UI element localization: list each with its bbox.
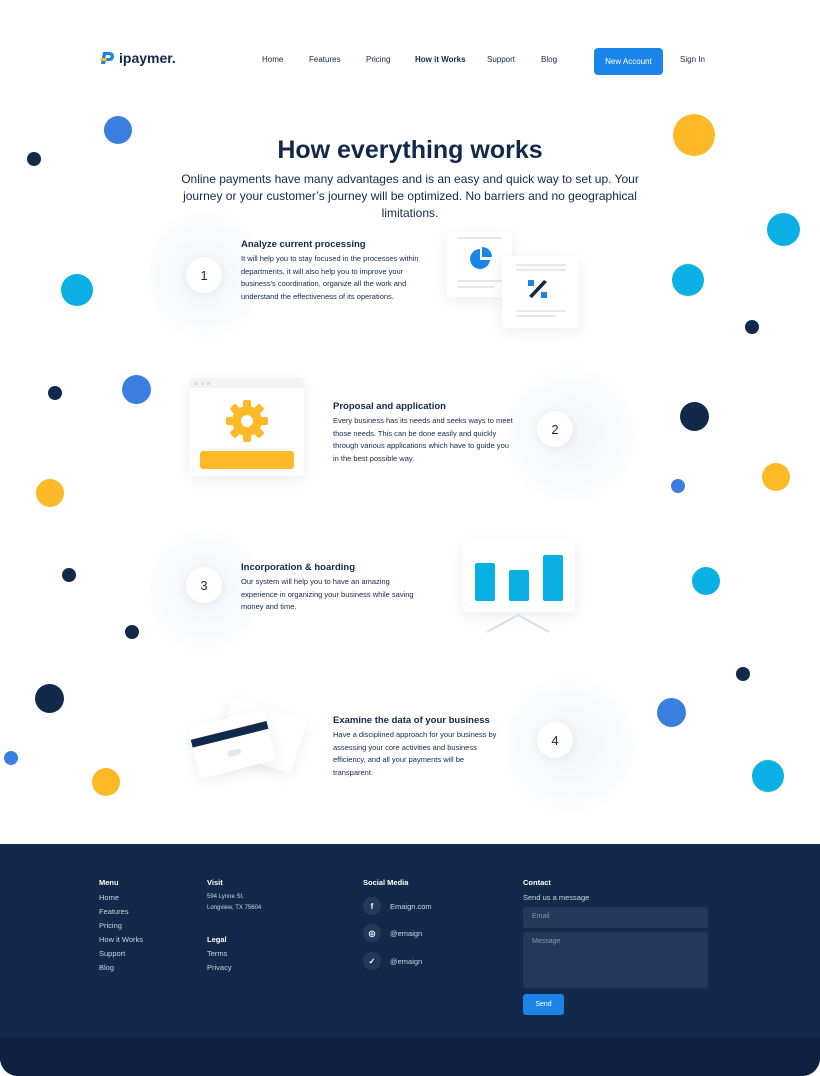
nav-support[interactable]: Support (487, 55, 515, 64)
footer-bottom-bar (0, 1038, 820, 1076)
footer-menu-how-it-works[interactable]: How it Works (99, 935, 143, 944)
decor-dot (61, 274, 93, 306)
send-button[interactable]: Send (523, 994, 564, 1015)
social-twitter[interactable]: ✓ @emaign (363, 952, 422, 970)
step-1-illustration (430, 220, 620, 350)
percent-card (502, 256, 579, 328)
step-3-number: 3 (186, 567, 222, 603)
page: ipaymer. Home Features Pricing How it Wo… (0, 0, 820, 1076)
decor-dot (752, 760, 784, 792)
credit-card (187, 709, 277, 779)
decor-dot (762, 463, 790, 491)
footer-address-line1: 594 Lynne St. (207, 894, 244, 900)
step-1-number: 1 (186, 257, 222, 293)
decor-dot (672, 264, 704, 296)
social-instagram-label: @emaign (390, 928, 423, 938)
step-1-title: Analyze current processing (241, 239, 366, 250)
footer-visit-heading: Visit (207, 878, 223, 887)
decor-dot (92, 768, 120, 796)
social-facebook-label: Emaign.com (390, 901, 432, 911)
nav-home[interactable]: Home (262, 55, 283, 64)
decor-dot (62, 568, 76, 582)
nav-blog[interactable]: Blog (541, 55, 557, 64)
browser-window (190, 378, 304, 476)
step-3-text: Our system will help you to have an amaz… (241, 577, 414, 611)
decor-dot (671, 479, 685, 493)
footer-legal-terms[interactable]: Terms (207, 949, 227, 958)
decor-dot (125, 625, 139, 639)
logo-mark-icon (99, 50, 115, 66)
decor-dot (122, 375, 151, 404)
social-facebook[interactable]: f Emaign.com (363, 897, 432, 915)
presentation-board (463, 540, 575, 612)
step-4-illustration (175, 690, 315, 800)
facebook-icon: f (363, 897, 381, 915)
instagram-icon: ◎ (363, 924, 381, 942)
decor-dot (657, 698, 686, 727)
nav-features[interactable]: Features (309, 55, 341, 64)
decor-dot (767, 213, 800, 246)
step-3-illustration (455, 530, 595, 640)
progress-bar (200, 451, 294, 469)
decor-dot (36, 479, 64, 507)
decor-dot (680, 402, 709, 431)
step-4-number: 4 (537, 722, 573, 758)
board-stand (486, 613, 550, 633)
decor-dot (745, 320, 759, 334)
decor-dot (4, 751, 18, 765)
footer-menu-blog[interactable]: Blog (99, 963, 114, 972)
footer-menu-support[interactable]: Support (99, 949, 125, 958)
step-2-number: 2 (537, 411, 573, 447)
step-3-title: Incorporation & hoarding (241, 562, 355, 573)
message-field[interactable]: Message (523, 932, 708, 988)
decor-dot (692, 567, 720, 595)
footer-legal-privacy[interactable]: Privacy (207, 963, 232, 972)
step-4-title: Examine the data of your business (333, 715, 490, 726)
footer-menu-home[interactable]: Home (99, 893, 119, 902)
brand-name: ipaymer. (119, 50, 176, 66)
brand-logo[interactable]: ipaymer. (99, 50, 176, 66)
gear-icon (224, 398, 270, 449)
step-2-text: Every business has its needs and seeks w… (333, 416, 513, 463)
footer-menu-features[interactable]: Features (99, 907, 129, 916)
credit-card-icon (187, 719, 276, 749)
footer-menu-pricing[interactable]: Pricing (99, 921, 122, 930)
footer-social-heading: Social Media (363, 878, 409, 887)
page-title: How everything works (277, 136, 543, 164)
percent-icon (526, 277, 550, 306)
footer-menu-heading: Menu (99, 878, 119, 887)
sign-in-link[interactable]: Sign In (680, 55, 705, 64)
step-2-title: Proposal and application (333, 401, 446, 412)
pie-chart-icon (469, 247, 493, 276)
nav-how-it-works[interactable]: How it Works (415, 55, 466, 64)
page-subtitle: Online payments have many advantages and… (181, 172, 639, 220)
decor-dot (736, 667, 750, 681)
decor-dot (48, 386, 62, 400)
email-field[interactable]: Email (523, 907, 708, 928)
social-instagram[interactable]: ◎ @emaign (363, 924, 422, 942)
footer-address-line2: Longview, TX 75604 (207, 905, 262, 911)
step-1-text: It will help you to stay focused in the … (241, 254, 419, 301)
new-account-button[interactable]: New Account (594, 48, 663, 75)
twitter-icon: ✓ (363, 952, 381, 970)
nav-pricing[interactable]: Pricing (366, 55, 390, 64)
social-twitter-label: @emaign (390, 956, 423, 966)
footer-contact-heading: Contact (523, 878, 551, 887)
footer-contact-subheading: Send us a message (523, 893, 590, 902)
step-2-illustration (190, 378, 305, 478)
decor-dot (35, 684, 64, 713)
step-4-text: Have a disciplined approach for your bus… (333, 730, 497, 777)
footer-legal-heading: Legal (207, 935, 227, 944)
bar-chart-icon (463, 540, 575, 617)
